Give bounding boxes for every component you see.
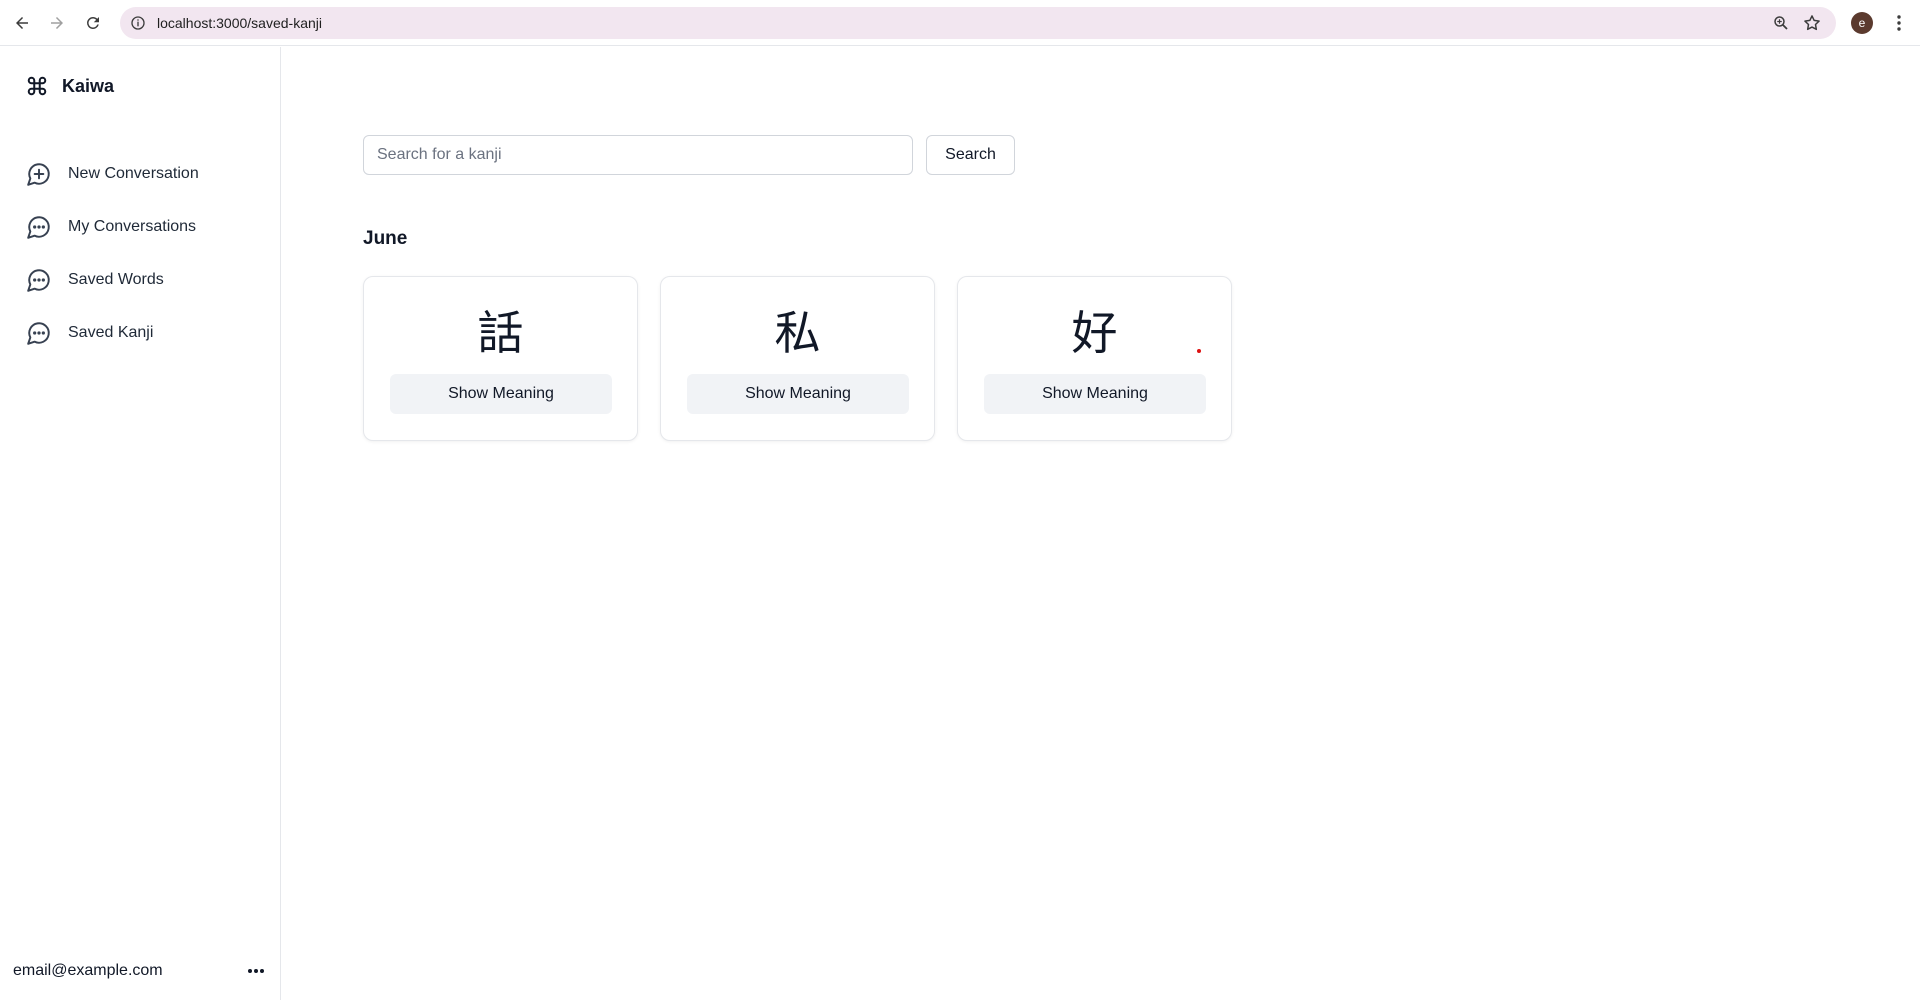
chat-bubble-icon	[27, 269, 50, 292]
bookmark-star-icon[interactable]	[1802, 13, 1822, 33]
sidebar-item-label: My Conversations	[68, 218, 197, 235]
cursor-dot	[1197, 349, 1201, 353]
brand[interactable]: Kaiwa	[26, 75, 114, 97]
kanji-search-input[interactable]	[363, 135, 913, 175]
kanji-card: 話 Show Meaning	[363, 276, 638, 441]
chat-bubble-icon	[27, 216, 50, 239]
address-bar[interactable]: localhost:3000/saved-kanji	[120, 7, 1836, 39]
sidebar-item-label: New Conversation	[68, 165, 199, 182]
info-icon[interactable]	[130, 15, 146, 31]
chat-bubble-icon	[27, 322, 50, 345]
profile-avatar[interactable]: e	[1851, 12, 1873, 34]
show-meaning-button[interactable]: Show Meaning	[984, 374, 1206, 414]
brand-name: Kaiwa	[62, 75, 115, 96]
kanji-character: 話	[477, 306, 524, 360]
reload-button[interactable]	[75, 5, 111, 41]
show-meaning-button[interactable]: Show Meaning	[687, 374, 909, 414]
user-email: email@example.com	[13, 962, 163, 979]
kanji-card: 好 Show Meaning	[957, 276, 1232, 441]
browser-menu-button[interactable]	[1886, 10, 1912, 36]
forward-button[interactable]	[39, 5, 75, 41]
reload-icon	[87, 16, 99, 29]
sidebar-item-saved-words[interactable]: Saved Words	[26, 265, 164, 295]
kanji-card: 私 Show Meaning	[660, 276, 935, 441]
back-button[interactable]	[4, 5, 40, 41]
zoom-icon[interactable]	[1772, 14, 1790, 32]
arrow-left-icon	[16, 17, 28, 29]
sidebar-item-label: Saved Kanji	[68, 324, 154, 341]
sidebar-item-label: Saved Words	[68, 271, 164, 288]
browser-toolbar: localhost:3000/saved-kanji e	[0, 0, 1920, 46]
kanji-character: 好	[1071, 306, 1118, 360]
arrow-right-icon	[51, 17, 63, 29]
more-horizontal-icon	[248, 969, 264, 973]
search-button[interactable]: Search	[926, 135, 1015, 175]
kanji-character: 私	[774, 306, 821, 360]
sidebar-item-my-conversations[interactable]: My Conversations	[26, 212, 196, 242]
show-meaning-button[interactable]: Show Meaning	[390, 374, 612, 414]
sidebar-item-saved-kanji[interactable]: Saved Kanji	[26, 318, 153, 348]
command-icon	[27, 76, 47, 96]
user-menu-button[interactable]	[244, 959, 268, 983]
month-heading: June	[363, 228, 408, 249]
sidebar-item-new-conversation[interactable]: New Conversation	[26, 159, 199, 189]
sidebar: Kaiwa New Conversation My Conversations …	[0, 47, 281, 1000]
vertical-dots-icon	[1897, 15, 1901, 31]
url-text[interactable]: localhost:3000/saved-kanji	[157, 15, 322, 31]
plus-circle-icon	[27, 163, 50, 186]
